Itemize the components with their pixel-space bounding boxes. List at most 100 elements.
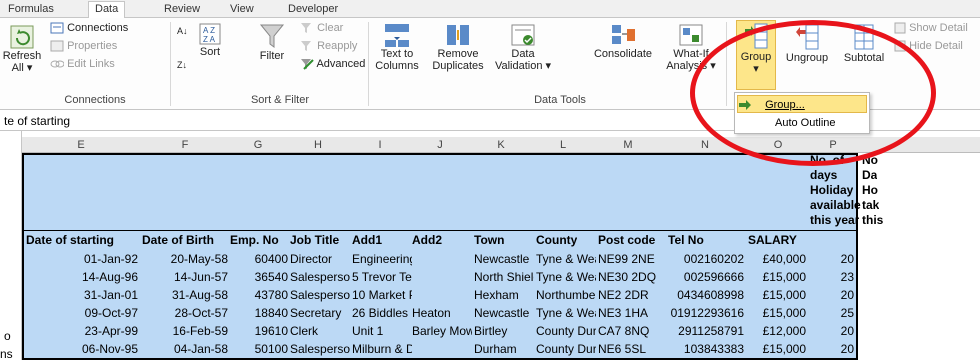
cell-date-start[interactable]: 01-Jan-92 [26, 250, 138, 268]
col-header-g[interactable]: G [230, 137, 286, 153]
cell-add1[interactable]: Milburn & Dragon Lane [352, 340, 412, 358]
cell-salary[interactable]: £40,000 [746, 250, 806, 268]
cell-holiday[interactable]: 20 [810, 322, 854, 340]
cell-holiday[interactable]: 20 [810, 250, 854, 268]
tab-developer[interactable]: Developer [282, 2, 344, 18]
cell-job-title[interactable]: Director [290, 250, 350, 268]
cell-town[interactable]: Hexham [474, 286, 534, 304]
text-to-columns-button[interactable]: Text to Columns [372, 22, 422, 72]
cell-town[interactable]: Newcastle [474, 250, 534, 268]
tab-data[interactable]: Data [88, 1, 126, 19]
cell-emp-no[interactable]: 60400 [230, 250, 288, 268]
cell-town[interactable]: Newcastle [474, 304, 534, 322]
cell-job-title[interactable]: Salesperson [290, 286, 350, 304]
tab-review[interactable]: Review [158, 2, 206, 18]
cell-tel[interactable]: 002160202 [668, 250, 744, 268]
cell-date-start[interactable]: 14-Aug-96 [26, 268, 138, 286]
cell-town[interactable]: Durham [474, 340, 534, 358]
cell-dob[interactable]: 20-May-58 [142, 250, 228, 268]
cell-salary[interactable]: £12,000 [746, 322, 806, 340]
cell-emp-no[interactable]: 50100 [230, 340, 288, 358]
tab-view[interactable]: View [224, 2, 260, 18]
auto-outline-menu-item[interactable]: Auto Outline [737, 114, 867, 132]
cell-add1[interactable]: 10 Market Place [352, 286, 412, 304]
what-if-analysis-button[interactable]: What-If Analysis ▾ [664, 22, 718, 72]
cell-salary[interactable]: £15,000 [746, 286, 806, 304]
col-header-f[interactable]: F [140, 137, 230, 153]
col-header-k[interactable]: K [470, 137, 532, 153]
cell-add2[interactable] [412, 250, 472, 268]
cell-job-title[interactable]: Salesperson [290, 340, 350, 358]
cell-date-start[interactable]: 06-Nov-95 [26, 340, 138, 358]
col-header-p[interactable]: P [808, 137, 858, 153]
tab-formulas[interactable]: Formulas [2, 2, 60, 18]
cell-postcode[interactable]: NE6 5SL [598, 340, 666, 358]
cell-county[interactable]: Tyne & Wear [536, 268, 596, 286]
cell-town[interactable]: Birtley [474, 322, 534, 340]
cell-dob[interactable]: 04-Jan-58 [142, 340, 228, 358]
cell-holiday[interactable]: 20 [810, 340, 854, 358]
cell-add1[interactable]: Unit 1 [352, 322, 412, 340]
cell-add1[interactable]: Engineering Research [352, 250, 412, 268]
col-header-n[interactable]: N [662, 137, 748, 153]
filter-button[interactable]: Filter [252, 22, 292, 62]
cell-emp-no[interactable]: 18840 [230, 304, 288, 322]
col-header-m[interactable]: M [594, 137, 662, 153]
cell-salary[interactable]: £15,000 [746, 304, 806, 322]
cell-county[interactable]: Northumberland [536, 286, 596, 304]
cell-postcode[interactable]: NE2 2DR [598, 286, 666, 304]
cell-dob[interactable]: 14-Jun-57 [142, 268, 228, 286]
col-header-e[interactable]: E [22, 137, 140, 153]
clear-button[interactable]: Clear [300, 20, 343, 37]
cell-county[interactable]: Tyne & Wear [536, 304, 596, 322]
worksheet-grid[interactable]: Date of starting Date of Birth Emp. No J… [22, 153, 958, 360]
cell-postcode[interactable]: NE3 1HA [598, 304, 666, 322]
sort-za-button[interactable]: Z↓ [176, 56, 190, 73]
cell-job-title[interactable]: Salesperson [290, 268, 350, 286]
edit-links-button[interactable]: Edit Links [50, 56, 115, 73]
col-header-i[interactable]: I [350, 137, 410, 153]
sort-button[interactable]: A ZZ A Sort [194, 22, 226, 58]
cell-add1[interactable]: 26 Biddles [352, 304, 412, 322]
cell-job-title[interactable]: Clerk [290, 322, 350, 340]
cell-holiday[interactable]: 25 [810, 304, 854, 322]
cell-job-title[interactable]: Secretary [290, 304, 350, 322]
cell-dob[interactable]: 31-Aug-58 [142, 286, 228, 304]
consolidate-button[interactable]: Consolidate [590, 22, 656, 60]
cell-add2[interactable]: Heaton [412, 304, 472, 322]
cell-county[interactable]: County Durham [536, 340, 596, 358]
show-detail-button[interactable]: Show Detail [894, 20, 968, 37]
cell-county[interactable]: County Durham [536, 322, 596, 340]
col-header-h[interactable]: H [286, 137, 350, 153]
cell-county[interactable]: Tyne & Wear [536, 250, 596, 268]
cell-postcode[interactable]: CA7 8NQ [598, 322, 666, 340]
subtotal-button[interactable]: Subtotal [838, 22, 890, 64]
cell-emp-no[interactable]: 19610 [230, 322, 288, 340]
cell-salary[interactable]: £15,000 [746, 268, 806, 286]
cell-town[interactable]: North Shields [474, 268, 534, 286]
cell-tel[interactable]: 01912293616 [668, 304, 744, 322]
cell-holiday[interactable]: 23 [810, 268, 854, 286]
properties-button[interactable]: Properties [50, 38, 117, 55]
cell-add2[interactable] [412, 340, 472, 358]
cell-tel[interactable]: 002596666 [668, 268, 744, 286]
cell-date-start[interactable]: 23-Apr-99 [26, 322, 138, 340]
ungroup-button[interactable]: Ungroup [778, 22, 836, 64]
data-validation-button[interactable]: Data Validation ▾ [492, 22, 554, 72]
cell-date-start[interactable]: 31-Jan-01 [26, 286, 138, 304]
cell-add1[interactable]: 5 Trevor Terrace [352, 268, 412, 286]
remove-duplicates-button[interactable]: Remove Duplicates [428, 22, 488, 72]
col-header-l[interactable]: L [532, 137, 594, 153]
cell-add2[interactable] [412, 286, 472, 304]
col-header-o[interactable]: O [748, 137, 808, 153]
connections-button[interactable]: Connections [50, 20, 128, 37]
cell-postcode[interactable]: NE99 2NE [598, 250, 666, 268]
cell-tel[interactable]: 2911258791 [668, 322, 744, 340]
group-menu-item[interactable]: Group... [737, 95, 867, 113]
cell-emp-no[interactable]: 43780 [230, 286, 288, 304]
group-button[interactable]: Group ▾ [736, 20, 776, 90]
sort-az-button[interactable]: A↓ [176, 22, 190, 39]
cell-tel[interactable]: 0434608998 [668, 286, 744, 304]
cell-dob[interactable]: 28-Oct-57 [142, 304, 228, 322]
cell-date-start[interactable]: 09-Oct-97 [26, 304, 138, 322]
